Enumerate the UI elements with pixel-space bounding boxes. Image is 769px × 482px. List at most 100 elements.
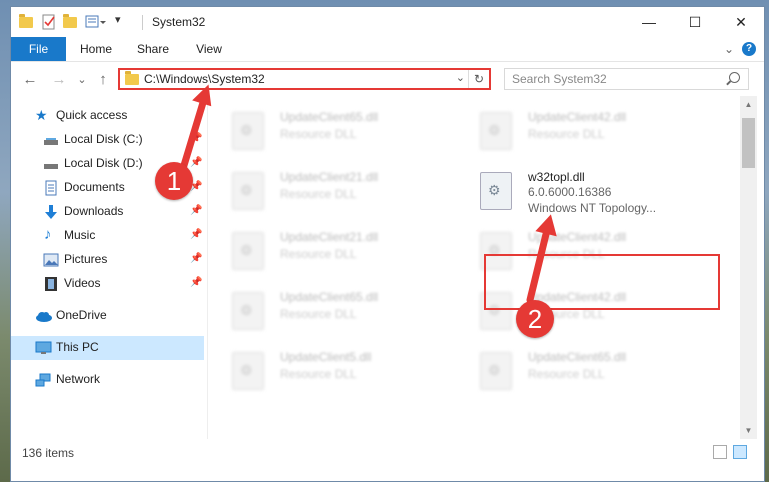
sidebar-item-label: Videos <box>64 276 101 290</box>
pin-icon[interactable]: 📌 <box>190 205 202 216</box>
file-tile[interactable]: UpdateClient65.dll Resource DLL <box>208 286 438 340</box>
file-description: Resource DLL <box>280 367 357 381</box>
search-icon[interactable] <box>729 72 740 83</box>
expand-ribbon-icon[interactable]: ⌄ <box>724 42 734 56</box>
pin-icon[interactable]: 📌 <box>190 133 202 144</box>
search-box[interactable]: Search System32 <box>504 68 749 90</box>
address-dropdown-icon[interactable]: ⌄ <box>456 71 465 84</box>
sidebar-item-pictures[interactable]: Pictures 📌 <box>11 248 204 272</box>
tab-home[interactable]: Home <box>74 37 118 61</box>
scroll-up-icon[interactable]: ▲ <box>740 96 757 113</box>
properties-icon[interactable] <box>41 14 57 30</box>
large-icons-view-icon[interactable] <box>733 445 747 459</box>
file-name: UpdateClient42.dll <box>528 230 627 244</box>
folder-icon <box>19 14 35 30</box>
ribbon-tabs: File Home Share View ⌄ ? <box>11 37 764 62</box>
sidebar-item-label: Local Disk (C:) <box>64 132 143 146</box>
step-1-callout: 1 <box>155 162 193 200</box>
tab-file[interactable]: File <box>11 37 66 61</box>
sidebar-item-this-pc[interactable]: This PC <box>11 336 204 360</box>
sidebar-item-local-disk-c[interactable]: Local Disk (C:) 📌 <box>11 128 204 152</box>
quick-access-dropdown-icon[interactable]: ▾ <box>115 13 131 29</box>
scroll-down-icon[interactable]: ▼ <box>740 422 757 439</box>
tab-view[interactable]: View <box>187 37 231 61</box>
forward-button[interactable]: → <box>50 71 68 88</box>
file-version: 6.0.6000.16386 <box>528 185 612 199</box>
step-2-callout: 2 <box>516 300 554 338</box>
sidebar-item-label: Documents <box>64 180 125 194</box>
explorer-window: ▾ System32 — ☐ ✕ File Home Share View ⌄ … <box>10 6 765 482</box>
search-input[interactable]: Search System32 <box>512 72 607 86</box>
file-name: w32topl.dll <box>528 170 585 184</box>
title-separator <box>142 15 143 30</box>
file-description: Resource DLL <box>280 187 357 201</box>
file-name: UpdateClient65.dll <box>280 110 379 124</box>
sidebar-item-label: Downloads <box>64 204 124 218</box>
drive-icon <box>43 132 59 148</box>
downloads-icon <box>43 204 59 220</box>
sidebar-item-label: Network <box>56 372 101 386</box>
pictures-icon <box>43 252 59 268</box>
file-name: UpdateClient21.dll <box>280 230 379 244</box>
file-list: UpdateClient65.dll Resource DLL UpdateCl… <box>208 96 740 439</box>
file-description: Resource DLL <box>528 367 605 381</box>
tab-share[interactable]: Share <box>131 37 175 61</box>
window-title: System32 <box>152 15 206 29</box>
back-button[interactable]: ← <box>21 71 39 88</box>
dll-file-icon <box>232 352 264 390</box>
dll-file-icon <box>232 292 264 330</box>
sidebar-item-music[interactable]: ♪ Music 📌 <box>11 224 204 248</box>
sidebar-item-label: Pictures <box>64 252 108 266</box>
file-name: UpdateClient65.dll <box>280 290 379 304</box>
file-description: Windows NT Topology... <box>528 201 657 215</box>
up-button[interactable]: ↑ <box>94 71 112 88</box>
sidebar-item-label: OneDrive <box>56 308 107 322</box>
scroll-thumb[interactable] <box>742 118 755 168</box>
drive-icon <box>43 156 59 172</box>
onedrive-icon <box>35 308 52 324</box>
file-name: UpdateClient5.dll <box>280 350 372 364</box>
navigation-pane: ★ Quick access Local Disk (C:) 📌 Local D… <box>11 96 207 439</box>
pin-icon[interactable]: 📌 <box>190 253 202 264</box>
maximize-button[interactable]: ☐ <box>672 7 718 37</box>
music-icon: ♪ <box>44 226 52 243</box>
file-name: UpdateClient42.dll <box>528 110 627 124</box>
address-bar[interactable]: C:\Windows\System32 ⌄ ↻ <box>118 68 491 90</box>
sidebar-item-downloads[interactable]: Downloads 📌 <box>11 200 204 224</box>
file-tile[interactable]: UpdateClient65.dll Resource DLL <box>456 346 686 400</box>
sidebar-item-onedrive[interactable]: OneDrive <box>11 304 204 328</box>
sidebar-item-quick-access[interactable]: ★ Quick access <box>11 104 204 128</box>
dll-file-icon <box>480 352 512 390</box>
folder-icon <box>125 71 139 85</box>
new-folder-icon[interactable] <box>63 14 79 30</box>
file-tile[interactable]: UpdateClient5.dll Resource DLL <box>208 346 438 400</box>
pin-icon[interactable]: 📌 <box>190 229 202 240</box>
dll-file-icon <box>480 112 512 150</box>
pin-icon[interactable]: 📌 <box>190 277 202 288</box>
file-name: UpdateClient65.dll <box>528 350 627 364</box>
help-icon[interactable]: ? <box>742 42 756 56</box>
pc-icon <box>35 340 52 356</box>
dll-file-icon <box>480 172 512 210</box>
title-bar: ▾ System32 — ☐ ✕ <box>11 7 764 37</box>
minimize-button[interactable]: — <box>626 7 672 37</box>
sidebar-item-videos[interactable]: Videos 📌 <box>11 272 204 296</box>
details-view-icon[interactable] <box>713 445 727 459</box>
file-tile-w32topl[interactable]: w32topl.dll 6.0.6000.16386 Windows NT To… <box>456 166 686 220</box>
file-tile[interactable]: UpdateClient65.dll Resource DLL <box>208 106 438 160</box>
file-tile[interactable]: UpdateClient21.dll Resource DLL <box>208 226 438 280</box>
sidebar-item-label: Quick access <box>56 108 128 122</box>
close-button[interactable]: ✕ <box>718 7 764 37</box>
vertical-scrollbar[interactable]: ▲ ▼ <box>740 96 757 439</box>
recent-locations-button[interactable]: ⌄ <box>73 73 91 86</box>
customize-view-icon[interactable] <box>85 14 106 30</box>
file-tile[interactable]: UpdateClient42.dll Resource DLL <box>456 106 686 160</box>
address-path[interactable]: C:\Windows\System32 <box>144 72 265 86</box>
file-description: Resource DLL <box>280 307 357 321</box>
file-name: UpdateClient21.dll <box>280 170 379 184</box>
file-tile[interactable]: UpdateClient21.dll Resource DLL <box>208 166 438 220</box>
refresh-button[interactable]: ↻ <box>468 70 489 88</box>
star-icon: ★ <box>35 107 48 123</box>
sidebar-item-network[interactable]: Network <box>11 368 204 392</box>
pin-icon[interactable]: 📌 <box>190 157 202 168</box>
